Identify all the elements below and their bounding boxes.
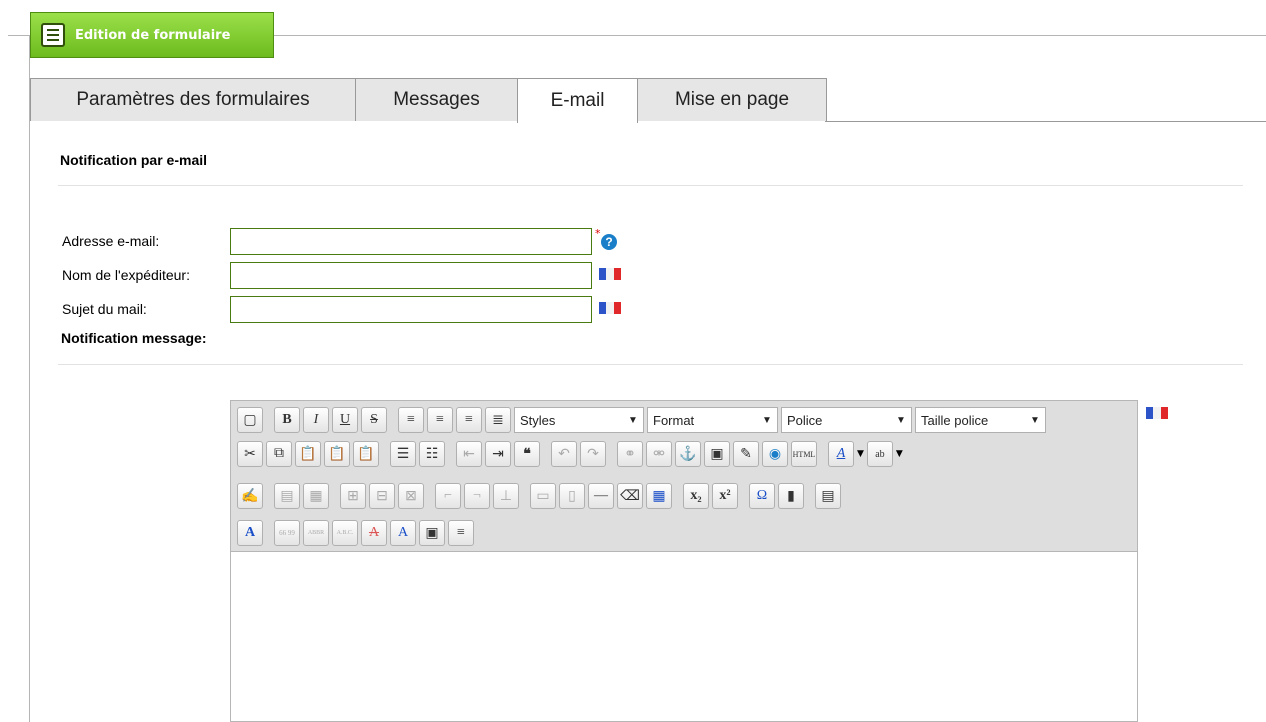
inserted-text-icon[interactable]: A [390, 520, 416, 546]
image-icon[interactable]: ▣ [704, 441, 730, 467]
paste-text-icon[interactable]: 📋 [324, 441, 350, 467]
bold-button[interactable]: B [274, 407, 300, 433]
new-page-icon[interactable]: ▢ [237, 407, 263, 433]
link-icon[interactable]: ⚭ [617, 441, 643, 467]
paste-icon[interactable]: 📋 [295, 441, 321, 467]
brush-icon[interactable]: ✎ [733, 441, 759, 467]
horizontal-rule-icon[interactable]: — [588, 483, 614, 509]
blockquote-icon[interactable]: ❝ [514, 441, 540, 467]
rich-text-editor: ▢ B I U S ≡ ≡ ≡ ≣ Styles ▼ Format ▼ Police… [230, 400, 1138, 722]
merge-cells-icon[interactable]: ⌐ [435, 483, 461, 509]
divider [58, 185, 1243, 186]
unlink-icon[interactable]: ⚮ [646, 441, 672, 467]
french-flag-icon[interactable] [1146, 407, 1168, 419]
help-circle-icon[interactable]: ◉ [762, 441, 788, 467]
numbered-list-icon[interactable]: ☷ [419, 441, 445, 467]
french-flag-icon[interactable] [599, 268, 621, 280]
frame-left-border [29, 35, 30, 722]
cell-props-icon[interactable]: ⊥ [493, 483, 519, 509]
toolbar-row: ▢ B I U S ≡ ≡ ≡ ≣ Styles ▼ Format ▼ Police… [237, 406, 1049, 434]
outdent-icon[interactable]: ⇤ [456, 441, 482, 467]
text-color-icon[interactable]: A [828, 441, 854, 467]
background-color-icon[interactable]: ab [866, 441, 893, 467]
special-char-icon[interactable]: Ω [749, 483, 775, 509]
chevron-down-icon[interactable]: ▼ [896, 449, 903, 459]
french-flag-icon[interactable] [599, 302, 621, 314]
divider [58, 364, 1243, 365]
tab-baseline [825, 121, 1266, 122]
tab-form-settings[interactable]: Paramètres des formulaires [30, 78, 356, 121]
html-source-icon[interactable]: HTML [791, 441, 817, 467]
subject-label: Sujet du mail: [62, 301, 147, 317]
copy-icon[interactable]: ⧉ [266, 441, 292, 467]
strikethrough-button[interactable]: S [361, 407, 387, 433]
styles-combo[interactable]: Styles ▼ [514, 407, 644, 433]
insert-col-icon[interactable]: ⊟ [369, 483, 395, 509]
align-right-icon[interactable]: ≡ [456, 407, 482, 433]
split-cells-icon[interactable]: ¬ [464, 483, 490, 509]
tab-layout[interactable]: Mise en page [637, 78, 827, 121]
toolbar-row: ✍ ▤ ▦ ⊞ ⊟ ⊠ ⌐ ¬ ⊥ ▭ ▯ — ⌫ ▦ x₂ x² Ω ▮ ▤ [237, 482, 844, 510]
chevron-down-icon: ▼ [762, 414, 772, 426]
tab-email[interactable]: E-mail [517, 78, 638, 123]
legend-title: Edition de formulaire [75, 27, 231, 43]
help-icon[interactable]: ? [601, 234, 617, 250]
table-props-icon[interactable]: ▦ [303, 483, 329, 509]
edit-form-icon[interactable]: ✍ [237, 483, 263, 509]
delete-row-icon[interactable]: ⊠ [398, 483, 424, 509]
flash-video-icon[interactable]: ▮ [778, 483, 804, 509]
div-edit-icon[interactable]: ▯ [559, 483, 585, 509]
email-label: Adresse e-mail: [62, 233, 160, 249]
toolbar-row: A 66 99 ABBR A.B.C. A A ▣ ≡ [237, 519, 477, 547]
table-icon[interactable]: ▦ [646, 483, 672, 509]
subject-field[interactable] [230, 296, 592, 323]
quote-icon[interactable]: 66 99 [274, 520, 300, 546]
bulleted-list-icon[interactable]: ☰ [390, 441, 416, 467]
deleted-text-icon[interactable]: A [361, 520, 387, 546]
abbr-icon[interactable]: ABBR [303, 520, 329, 546]
remove-format-icon[interactable]: A [237, 520, 263, 546]
form-editor-legend: Edition de formulaire [30, 12, 274, 58]
sender-name-label: Nom de l'expéditeur: [62, 267, 190, 283]
font-combo[interactable]: Police ▼ [781, 407, 912, 433]
editor-toolbar: ▢ B I U S ≡ ≡ ≡ ≣ Styles ▼ Format ▼ Police… [231, 401, 1137, 552]
toolbar-row: ✂ ⧉ 📋 📋 📋 ☰ ☷ ⇤ ⇥ ❝ ↶ ↷ ⚭ ⚮ ⚓ ▣ ✎ ◉ HTML… [237, 440, 903, 468]
align-justify-icon[interactable]: ≣ [485, 407, 511, 433]
align-center-icon[interactable]: ≡ [427, 407, 453, 433]
anchor-icon[interactable]: ⚓ [675, 441, 701, 467]
notification-message-title: Notification message: [61, 330, 207, 346]
list-icon [41, 23, 65, 47]
email-field[interactable] [230, 228, 592, 255]
sender-name-field[interactable] [230, 262, 592, 289]
eraser-icon[interactable]: ⌫ [617, 483, 643, 509]
subscript-icon[interactable]: x₂ [683, 483, 709, 509]
block-format-icon[interactable]: ≡ [448, 520, 474, 546]
tab-bar: Paramètres des formulaires Messages E-ma… [30, 78, 827, 123]
indent-icon[interactable]: ⇥ [485, 441, 511, 467]
underline-button[interactable]: U [332, 407, 358, 433]
required-marker: * [595, 227, 601, 240]
undo-icon[interactable]: ↶ [551, 441, 577, 467]
properties-icon[interactable]: ▣ [419, 520, 445, 546]
cut-icon[interactable]: ✂ [237, 441, 263, 467]
font-size-combo[interactable]: Taille police ▼ [915, 407, 1046, 433]
section-title: Notification par e-mail [60, 152, 208, 168]
format-combo[interactable]: Format ▼ [647, 407, 778, 433]
template-icon[interactable]: ▤ [815, 483, 841, 509]
div-container-icon[interactable]: ▭ [530, 483, 556, 509]
chevron-down-icon: ▼ [896, 414, 906, 426]
superscript-icon[interactable]: x² [712, 483, 738, 509]
paste-word-icon[interactable]: 📋 [353, 441, 379, 467]
align-left-icon[interactable]: ≡ [398, 407, 424, 433]
table-row-icon[interactable]: ▤ [274, 483, 300, 509]
chevron-down-icon: ▼ [628, 414, 638, 426]
redo-icon[interactable]: ↷ [580, 441, 606, 467]
tab-messages[interactable]: Messages [355, 78, 518, 121]
editor-content-area[interactable] [231, 552, 1137, 722]
chevron-down-icon: ▼ [1030, 414, 1040, 426]
acronym-icon[interactable]: A.B.C. [332, 520, 358, 546]
italic-button[interactable]: I [303, 407, 329, 433]
chevron-down-icon[interactable]: ▼ [857, 449, 864, 459]
insert-row-icon[interactable]: ⊞ [340, 483, 366, 509]
